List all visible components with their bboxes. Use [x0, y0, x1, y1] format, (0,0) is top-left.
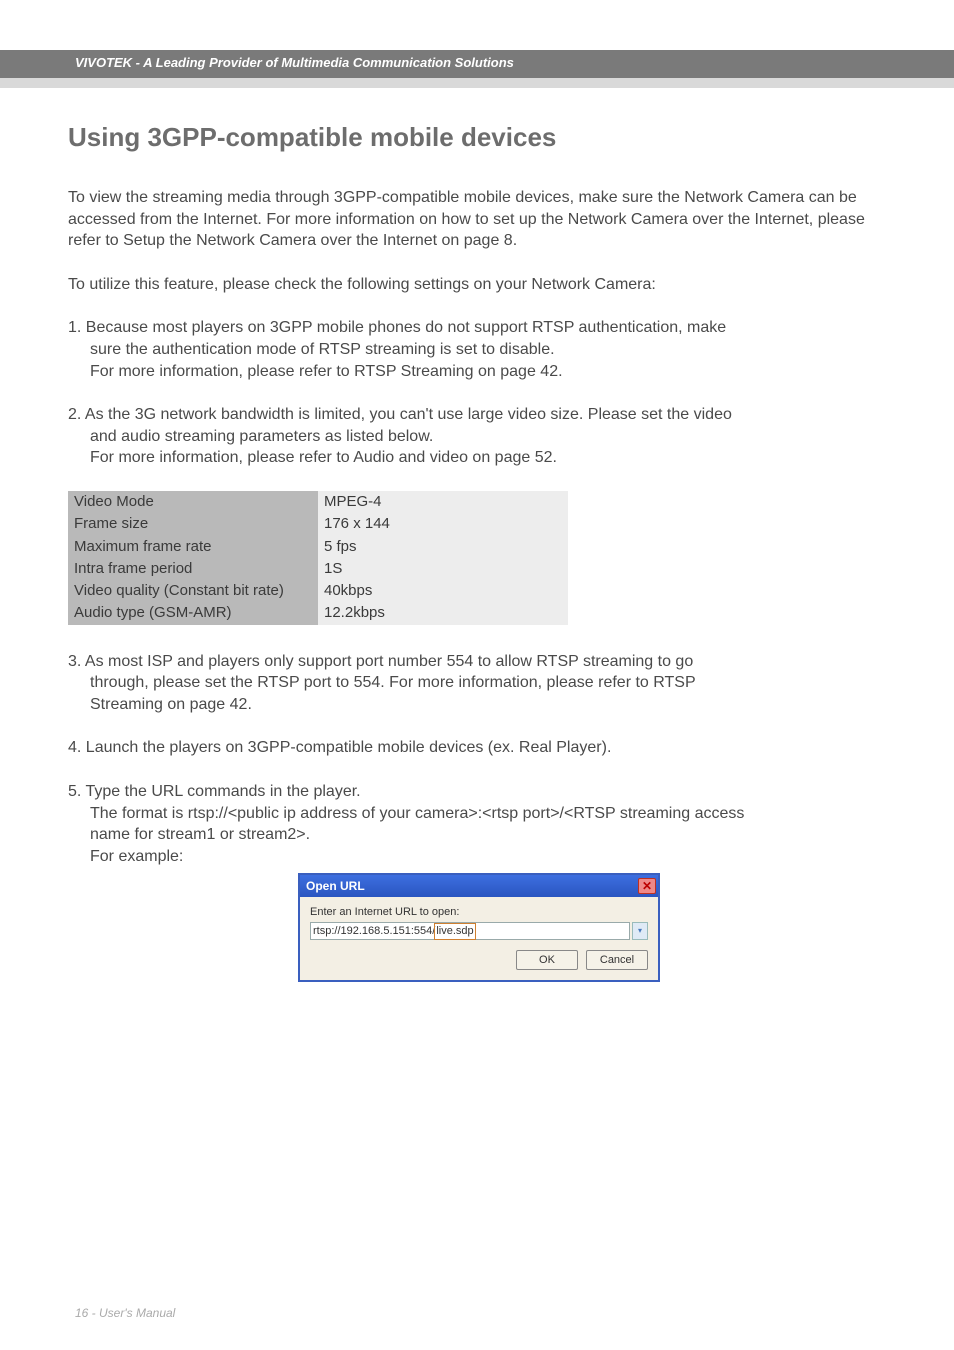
list-item-1-line2: sure the authentication mode of RTSP str…: [68, 339, 888, 361]
page-title: Using 3GPP-compatible mobile devices: [68, 120, 888, 155]
list-item-2-line2: and audio streaming parameters as listed…: [68, 426, 888, 448]
example-dialog-wrap: Open URL ✕ Enter an Internet URL to open…: [298, 873, 888, 982]
setting-label: Video Mode: [68, 491, 318, 513]
header-band-accent: [0, 78, 954, 88]
setting-label: Video quality (Constant bit rate): [68, 580, 318, 602]
list-item-1: 1. Because most players on 3GPP mobile p…: [68, 317, 888, 382]
list-item-3-line2: through, please set the RTSP port to 554…: [68, 672, 888, 694]
setting-value: MPEG-4: [318, 491, 568, 513]
setting-value: 1S: [318, 558, 568, 580]
intro-paragraph-2: To utilize this feature, please check th…: [68, 274, 888, 296]
list-item-5: 5. Type the URL commands in the player. …: [68, 781, 888, 867]
open-url-dialog: Open URL ✕ Enter an Internet URL to open…: [298, 873, 660, 982]
table-row: Video quality (Constant bit rate) 40kbps: [68, 580, 568, 602]
table-row: Frame size 176 x 144: [68, 513, 568, 535]
dropdown-button[interactable]: ▾: [632, 922, 648, 940]
setting-label: Maximum frame rate: [68, 536, 318, 558]
setting-value: 5 fps: [318, 536, 568, 558]
list-item-5-line2: The format is rtsp://<public ip address …: [68, 803, 888, 825]
url-input-prefix: rtsp://192.168.5.151:554/: [313, 924, 435, 939]
header-brand-text: VIVOTEK - A Leading Provider of Multimed…: [75, 55, 514, 70]
intro-paragraph-1: To view the streaming media through 3GPP…: [68, 187, 888, 252]
list-item-1-line3: For more information, please refer to RT…: [68, 361, 888, 383]
setting-value: 40kbps: [318, 580, 568, 602]
list-item-5-line1: 5. Type the URL commands in the player.: [68, 781, 888, 803]
url-input-row: rtsp://192.168.5.151:554/live.sdp ▾: [310, 922, 648, 940]
setting-value: 12.2kbps: [318, 602, 568, 624]
table-row: Video Mode MPEG-4: [68, 491, 568, 513]
table-row: Intra frame period 1S: [68, 558, 568, 580]
table-row: Maximum frame rate 5 fps: [68, 536, 568, 558]
list-item-2-line3: For more information, please refer to Au…: [68, 447, 888, 469]
list-item-3-line3: Streaming on page 42.: [68, 694, 888, 716]
settings-table: Video Mode MPEG-4 Frame size 176 x 144 M…: [68, 491, 568, 625]
url-input[interactable]: rtsp://192.168.5.151:554/live.sdp: [310, 922, 630, 940]
setting-label: Intra frame period: [68, 558, 318, 580]
page-footer: 16 - User's Manual: [75, 1306, 175, 1320]
setting-label: Audio type (GSM-AMR): [68, 602, 318, 624]
dialog-button-row: OK Cancel: [310, 950, 648, 970]
dialog-titlebar: Open URL ✕: [300, 875, 658, 897]
list-item-2: 2. As the 3G network bandwidth is limite…: [68, 404, 888, 469]
list-item-5-line3: name for stream1 or stream2>.: [68, 824, 888, 846]
dialog-body: Enter an Internet URL to open: rtsp://19…: [300, 897, 658, 980]
chevron-down-icon: ▾: [638, 926, 642, 937]
ok-button[interactable]: OK: [516, 950, 578, 970]
url-input-highlight: live.sdp: [434, 923, 475, 940]
page-content: Using 3GPP-compatible mobile devices To …: [68, 120, 888, 982]
list-item-4: 4. Launch the players on 3GPP-compatible…: [68, 737, 888, 759]
cancel-button[interactable]: Cancel: [586, 950, 648, 970]
list-item-2-line1: 2. As the 3G network bandwidth is limite…: [68, 404, 888, 426]
list-item-1-line1: 1. Because most players on 3GPP mobile p…: [68, 317, 888, 339]
list-item-3: 3. As most ISP and players only support …: [68, 651, 888, 716]
setting-label: Frame size: [68, 513, 318, 535]
table-row: Audio type (GSM-AMR) 12.2kbps: [68, 602, 568, 624]
list-item-4-line1: 4. Launch the players on 3GPP-compatible…: [68, 737, 888, 759]
close-icon[interactable]: ✕: [638, 878, 656, 894]
dialog-field-label: Enter an Internet URL to open:: [310, 905, 648, 920]
list-item-5-line4: For example:: [68, 846, 888, 868]
dialog-title-text: Open URL: [306, 878, 365, 894]
setting-value: 176 x 144: [318, 513, 568, 535]
list-item-3-line1: 3. As most ISP and players only support …: [68, 651, 888, 673]
